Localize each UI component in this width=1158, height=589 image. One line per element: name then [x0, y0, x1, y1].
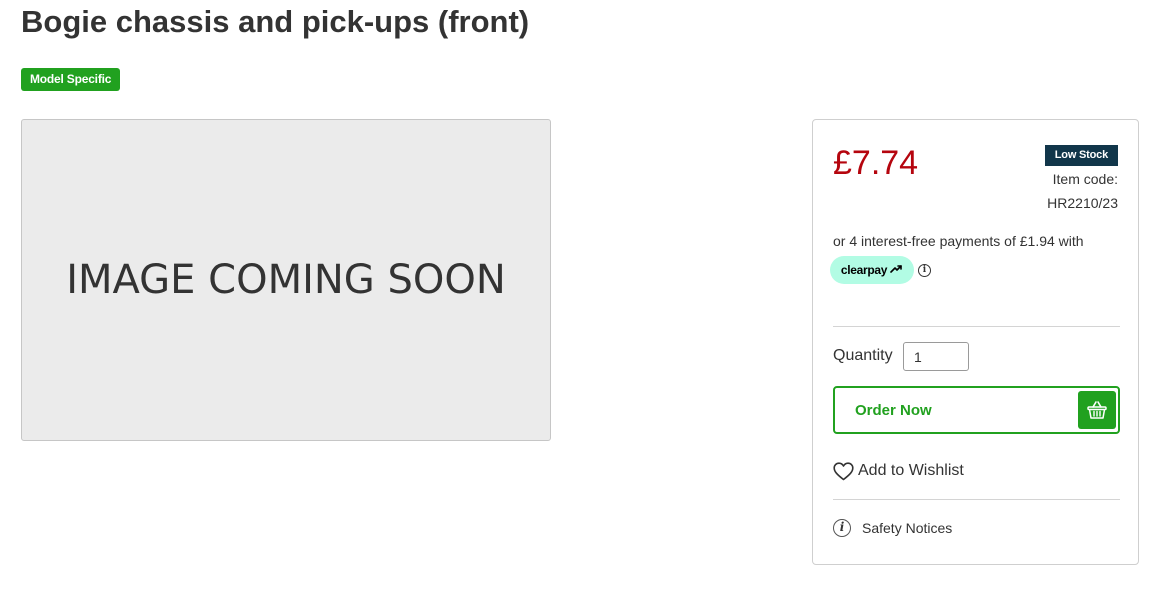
clearpay-logo-text: clearpay: [840, 263, 888, 277]
safety-notices-label: Safety Notices: [862, 520, 953, 536]
order-now-button[interactable]: Order Now: [833, 386, 1120, 434]
clearpay-info-icon[interactable]: i: [918, 264, 931, 277]
product-image-placeholder: IMAGE COMING SOON: [21, 119, 551, 441]
quantity-input[interactable]: [903, 342, 969, 371]
divider: [833, 499, 1120, 500]
basket-icon: [1078, 391, 1116, 429]
info-icon: i: [833, 519, 851, 537]
clearpay-instalment-text: or 4 interest-free payments of £1.94 wit…: [833, 233, 1084, 249]
safety-notices-link[interactable]: i Safety Notices: [833, 519, 952, 537]
stock-status-badge: Low Stock: [1044, 145, 1118, 166]
divider: [833, 326, 1120, 327]
wishlist-label: Add to Wishlist: [858, 462, 964, 479]
add-to-wishlist-link[interactable]: Add to Wishlist: [833, 461, 964, 481]
quantity-label: Quantity: [833, 347, 893, 364]
purchase-panel: £7.74 Low Stock Item code: HR2210/23 or …: [812, 119, 1139, 565]
image-placeholder-text: IMAGE COMING SOON: [66, 257, 506, 303]
item-code: HR2210/23: [1047, 195, 1118, 211]
page-title: Bogie chassis and pick-ups (front): [21, 4, 530, 39]
price: £7.74: [833, 144, 919, 182]
model-specific-badge: Model Specific: [21, 68, 121, 91]
order-now-label: Order Now: [855, 402, 932, 419]
clearpay-logo[interactable]: clearpay: [830, 256, 914, 284]
product-page: Bogie chassis and pick-ups (front) Model…: [0, 0, 1158, 589]
item-code-label: Item code:: [1052, 171, 1118, 187]
clearpay-arrows-icon: [890, 265, 902, 273]
heart-icon: [833, 461, 854, 480]
